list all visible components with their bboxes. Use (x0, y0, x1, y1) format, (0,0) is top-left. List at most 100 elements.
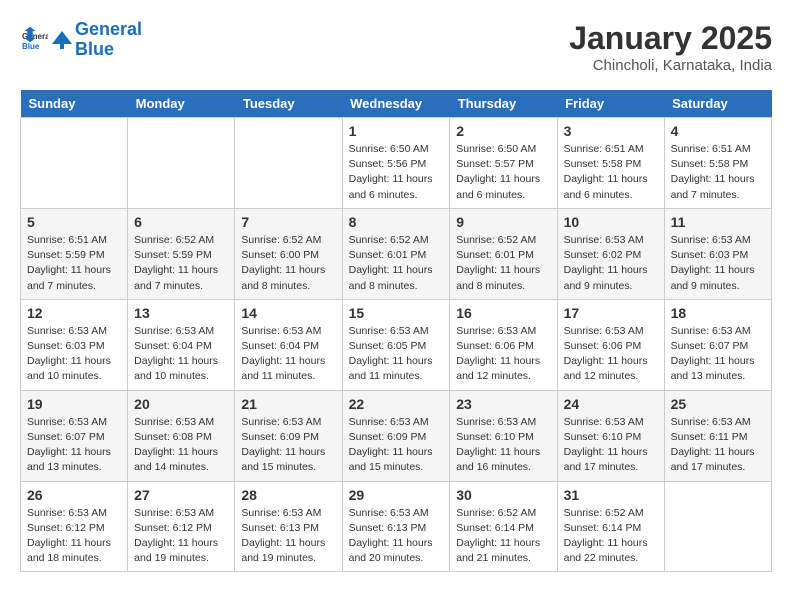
day-info: Sunrise: 6:53 AMSunset: 6:13 PMDaylight:… (349, 506, 444, 567)
day-info: Sunrise: 6:53 AMSunset: 6:07 PMDaylight:… (27, 415, 121, 476)
calendar-cell: 9Sunrise: 6:52 AMSunset: 6:01 PMDaylight… (450, 208, 557, 299)
calendar-cell (128, 118, 235, 209)
calendar-cell: 15 Sunrise: 6:53 AMSunset: 6:05 PMDayligh… (342, 299, 450, 390)
logo-text-line2: Blue (75, 40, 142, 60)
day-number: 23 (456, 396, 550, 412)
day-number: 24 (564, 396, 658, 412)
day-info: Sunrise: 6:51 AMSunset: 5:58 PMDaylight:… (564, 142, 658, 203)
day-info: Sunrise: 6:53 AMSunset: 6:10 PMDaylight:… (564, 415, 658, 476)
calendar-cell: 17 Sunrise: 6:53 AMSunset: 6:06 PMDayligh… (557, 299, 664, 390)
day-number: 5 (27, 214, 121, 230)
day-info: Sunrise: 6:52 AMSunset: 6:14 PMDaylight:… (564, 506, 658, 567)
page-header: General Blue General Blue January 2025 C… (20, 20, 772, 74)
day-info: Sunrise: 6:51 AMSunset: 5:58 PMDaylight:… (671, 142, 765, 203)
calendar-cell (664, 481, 771, 572)
calendar-cell (21, 118, 128, 209)
day-number: 1 (349, 123, 444, 139)
calendar-cell: 14 Sunrise: 6:53 AMSunset: 6:04 PMDayligh… (235, 299, 342, 390)
logo-text-line1: General (75, 20, 142, 40)
calendar-body: 1 Sunrise: 6:50 AMSunset: 5:56 PMDaylight… (21, 118, 772, 572)
day-info: Sunrise: 6:53 AMSunset: 6:02 PMDaylight:… (564, 233, 658, 294)
day-info: Sunrise: 6:53 AMSunset: 6:10 PMDaylight:… (456, 415, 550, 476)
day-info: Sunrise: 6:53 AMSunset: 6:03 PMDaylight:… (671, 233, 765, 294)
day-number: 19 (27, 396, 121, 412)
calendar-header: SundayMondayTuesdayWednesdayThursdayFrid… (21, 90, 772, 118)
day-info: Sunrise: 6:53 AMSunset: 6:08 PMDaylight:… (134, 415, 228, 476)
header-thursday: Thursday (450, 90, 557, 118)
day-info: Sunrise: 6:53 AMSunset: 6:04 PMDaylight:… (241, 324, 335, 385)
calendar-cell: 27 Sunrise: 6:53 AMSunset: 6:12 PMDayligh… (128, 481, 235, 572)
title-block: January 2025 Chincholi, Karnataka, India (569, 20, 772, 74)
day-number: 16 (456, 305, 550, 321)
day-info: Sunrise: 6:53 AMSunset: 6:04 PMDaylight:… (134, 324, 228, 385)
header-wednesday: Wednesday (342, 90, 450, 118)
day-number: 25 (671, 396, 765, 412)
day-number: 29 (349, 487, 444, 503)
day-number: 8 (349, 214, 444, 230)
blue-triangle-icon (52, 30, 72, 50)
calendar-cell: 1 Sunrise: 6:50 AMSunset: 5:56 PMDaylight… (342, 118, 450, 209)
day-info: Sunrise: 6:53 AMSunset: 6:05 PMDaylight:… (349, 324, 444, 385)
day-info: Sunrise: 6:52 AMSunset: 5:59 PMDaylight:… (134, 233, 228, 294)
day-number: 28 (241, 487, 335, 503)
calendar-cell: 5 Sunrise: 6:51 AMSunset: 5:59 PMDaylight… (21, 208, 128, 299)
calendar-cell: 28 Sunrise: 6:53 AMSunset: 6:13 PMDayligh… (235, 481, 342, 572)
day-number: 11 (671, 214, 765, 230)
calendar-cell: 2 Sunrise: 6:50 AMSunset: 5:57 PMDaylight… (450, 118, 557, 209)
location-subtitle: Chincholi, Karnataka, India (569, 57, 772, 74)
calendar-cell: 11 Sunrise: 6:53 AMSunset: 6:03 PMDayligh… (664, 208, 771, 299)
day-number: 9 (456, 214, 550, 230)
day-number: 18 (671, 305, 765, 321)
day-info: Sunrise: 6:53 AMSunset: 6:06 PMDaylight:… (456, 324, 550, 385)
day-number: 13 (134, 305, 228, 321)
calendar-table: SundayMondayTuesdayWednesdayThursdayFrid… (20, 90, 772, 572)
calendar-cell: 20Sunrise: 6:53 AMSunset: 6:08 PMDayligh… (128, 390, 235, 481)
day-number: 4 (671, 123, 765, 139)
calendar-cell: 8Sunrise: 6:52 AMSunset: 6:01 PMDaylight… (342, 208, 450, 299)
calendar-week-5: 26 Sunrise: 6:53 AMSunset: 6:12 PMDayligh… (21, 481, 772, 572)
calendar-cell: 18 Sunrise: 6:53 AMSunset: 6:07 PMDayligh… (664, 299, 771, 390)
day-info: Sunrise: 6:53 AMSunset: 6:13 PMDaylight:… (241, 506, 335, 567)
calendar-cell: 29 Sunrise: 6:53 AMSunset: 6:13 PMDayligh… (342, 481, 450, 572)
day-number: 30 (456, 487, 550, 503)
day-info: Sunrise: 6:51 AMSunset: 5:59 PMDaylight:… (27, 233, 121, 294)
day-number: 26 (27, 487, 121, 503)
day-info: Sunrise: 6:52 AMSunset: 6:00 PMDaylight:… (241, 233, 335, 294)
calendar-cell: 6 Sunrise: 6:52 AMSunset: 5:59 PMDaylight… (128, 208, 235, 299)
header-sunday: Sunday (21, 90, 128, 118)
day-number: 22 (349, 396, 444, 412)
day-number: 6 (134, 214, 228, 230)
calendar-cell: 19 Sunrise: 6:53 AMSunset: 6:07 PMDayligh… (21, 390, 128, 481)
day-info: Sunrise: 6:50 AMSunset: 5:57 PMDaylight:… (456, 142, 550, 203)
calendar-cell: 30Sunrise: 6:52 AMSunset: 6:14 PMDayligh… (450, 481, 557, 572)
calendar-week-2: 5 Sunrise: 6:51 AMSunset: 5:59 PMDaylight… (21, 208, 772, 299)
day-info: Sunrise: 6:53 AMSunset: 6:06 PMDaylight:… (564, 324, 658, 385)
calendar-cell: 22 Sunrise: 6:53 AMSunset: 6:09 PMDayligh… (342, 390, 450, 481)
day-number: 14 (241, 305, 335, 321)
calendar-week-1: 1 Sunrise: 6:50 AMSunset: 5:56 PMDaylight… (21, 118, 772, 209)
month-title: January 2025 (569, 20, 772, 57)
day-info: Sunrise: 6:50 AMSunset: 5:56 PMDaylight:… (349, 142, 444, 203)
logo: General Blue General Blue (20, 20, 142, 60)
day-number: 21 (241, 396, 335, 412)
day-number: 27 (134, 487, 228, 503)
day-number: 15 (349, 305, 444, 321)
calendar-cell: 12 Sunrise: 6:53 AMSunset: 6:03 PMDayligh… (21, 299, 128, 390)
day-number: 7 (241, 214, 335, 230)
day-number: 3 (564, 123, 658, 139)
day-info: Sunrise: 6:53 AMSunset: 6:09 PMDaylight:… (241, 415, 335, 476)
day-info: Sunrise: 6:53 AMSunset: 6:09 PMDaylight:… (349, 415, 444, 476)
day-info: Sunrise: 6:53 AMSunset: 6:07 PMDaylight:… (671, 324, 765, 385)
header-row: SundayMondayTuesdayWednesdayThursdayFrid… (21, 90, 772, 118)
calendar-cell: 21 Sunrise: 6:53 AMSunset: 6:09 PMDayligh… (235, 390, 342, 481)
calendar-cell: 25Sunrise: 6:53 AMSunset: 6:11 PMDayligh… (664, 390, 771, 481)
day-number: 2 (456, 123, 550, 139)
calendar-week-4: 19 Sunrise: 6:53 AMSunset: 6:07 PMDayligh… (21, 390, 772, 481)
calendar-cell: 24 Sunrise: 6:53 AMSunset: 6:10 PMDayligh… (557, 390, 664, 481)
calendar-cell: 26Sunrise: 6:53 AMSunset: 6:12 PMDayligh… (21, 481, 128, 572)
day-number: 12 (27, 305, 121, 321)
header-tuesday: Tuesday (235, 90, 342, 118)
day-number: 17 (564, 305, 658, 321)
day-info: Sunrise: 6:53 AMSunset: 6:12 PMDaylight:… (134, 506, 228, 567)
day-info: Sunrise: 6:53 AMSunset: 6:03 PMDaylight:… (27, 324, 121, 385)
